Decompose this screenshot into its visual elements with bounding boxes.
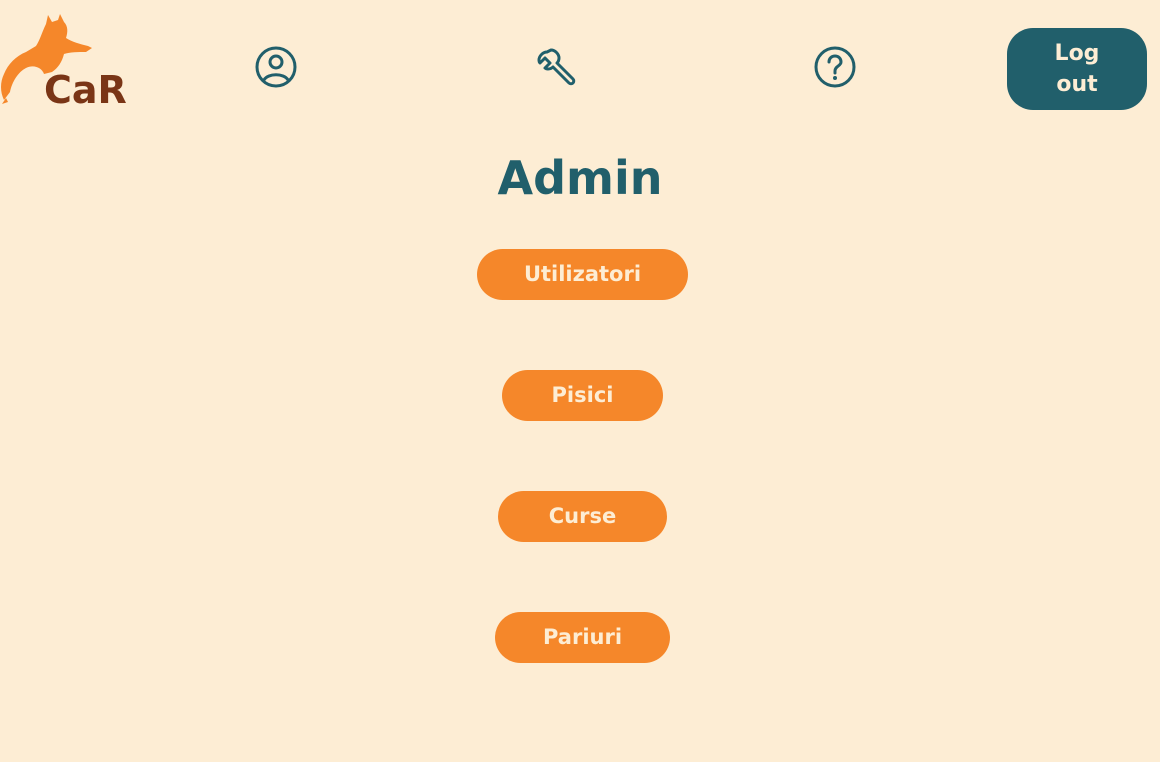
help-icon bbox=[814, 46, 856, 88]
page-title: Admin bbox=[497, 151, 663, 205]
logo[interactable]: CaR bbox=[0, 12, 140, 112]
logout-button[interactable]: Log out bbox=[1007, 28, 1147, 110]
users-button[interactable]: Utilizatori bbox=[477, 249, 688, 300]
header: CaR Log out bbox=[0, 0, 1160, 130]
races-button[interactable]: Curse bbox=[498, 491, 667, 542]
user-profile-icon bbox=[255, 46, 297, 88]
bets-button[interactable]: Pariuri bbox=[495, 612, 670, 663]
cats-button[interactable]: Pisici bbox=[502, 370, 663, 421]
profile-nav-button[interactable] bbox=[253, 44, 299, 90]
help-nav-button[interactable] bbox=[812, 44, 858, 90]
admin-tools-nav-button[interactable] bbox=[533, 44, 579, 90]
wrench-icon bbox=[537, 48, 576, 86]
logo-text: CaR bbox=[44, 68, 127, 112]
